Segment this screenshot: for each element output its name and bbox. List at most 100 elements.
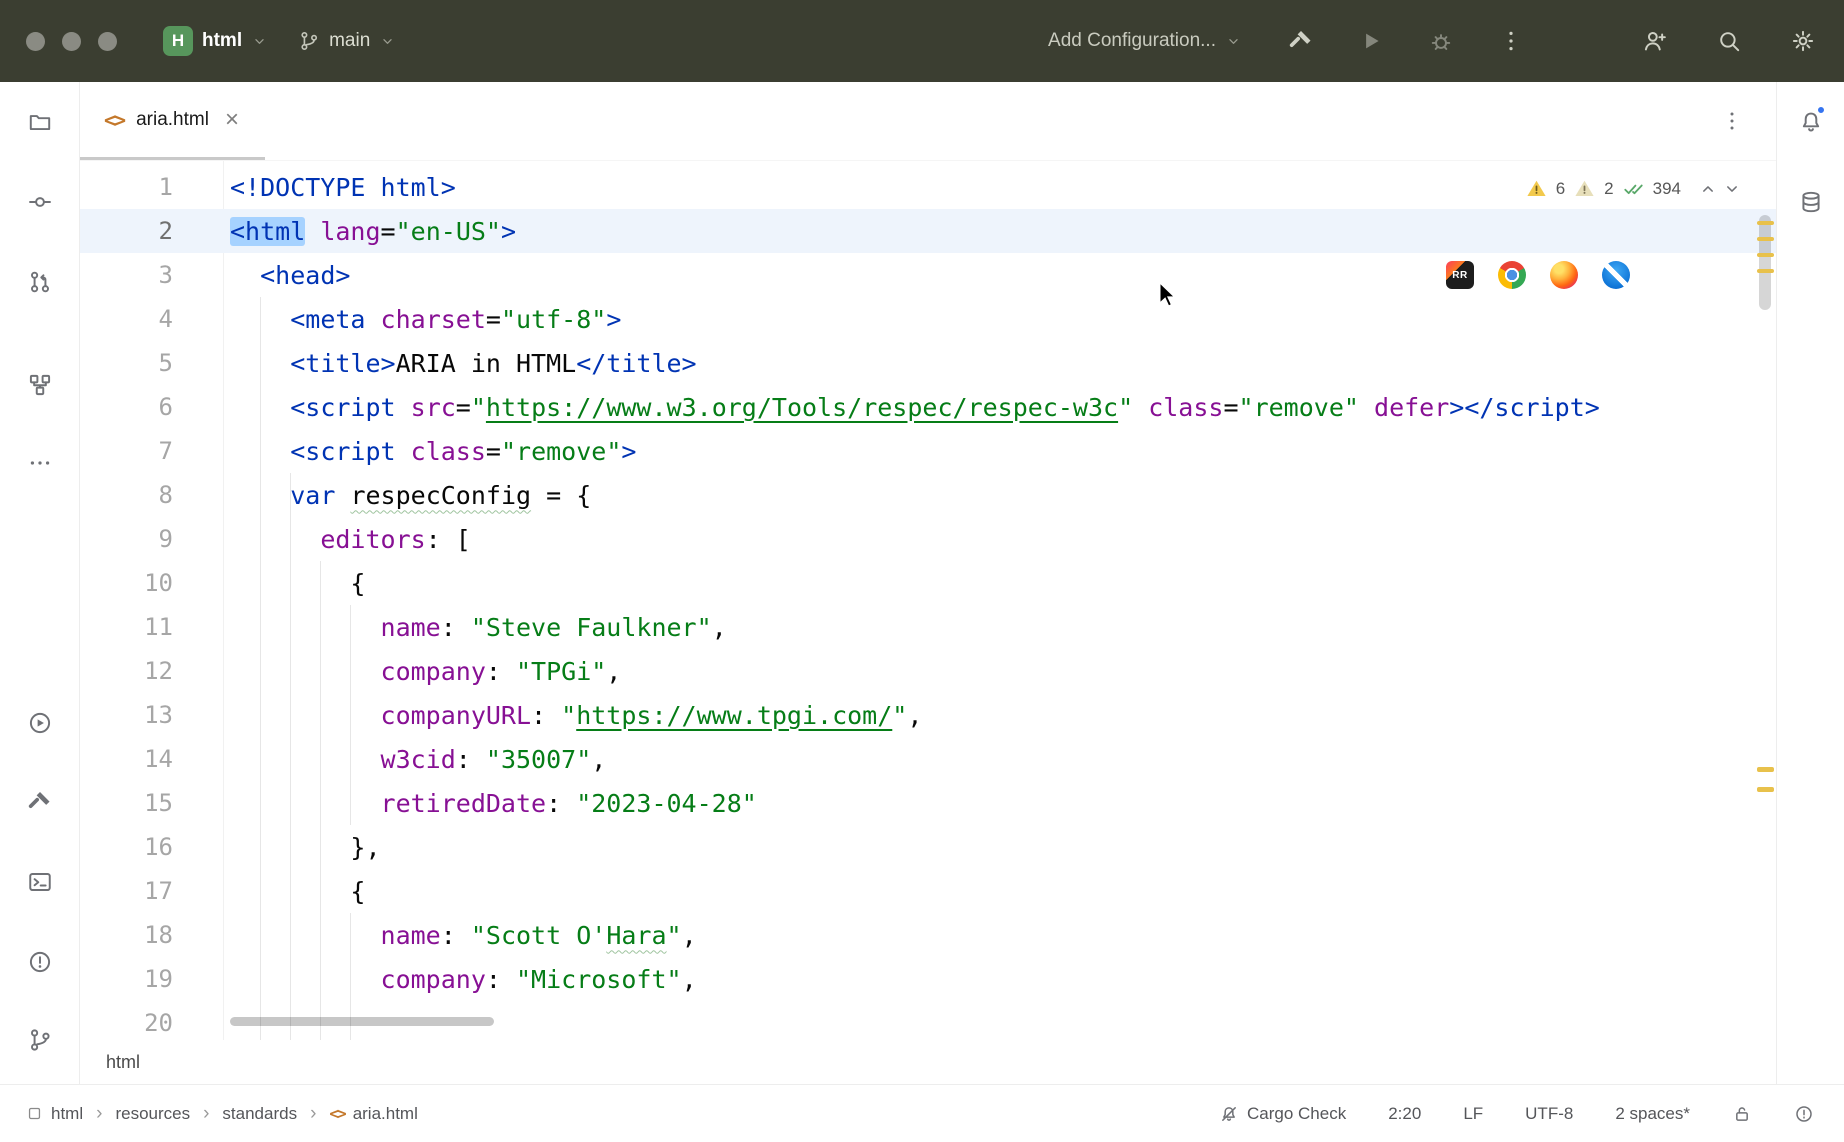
code-line[interactable]: 12 company: "TPGi", — [80, 649, 1776, 693]
close-tab-icon[interactable]: × — [225, 108, 239, 132]
code-line[interactable]: 6 <script src="https://www.w3.org/Tools/… — [80, 385, 1776, 429]
database-icon[interactable] — [1798, 189, 1824, 220]
more-kebab-icon[interactable] — [1498, 28, 1524, 54]
code-text: var respecConfig = { — [230, 481, 591, 510]
code-line[interactable]: 14 w3cid: "35007", — [80, 737, 1776, 781]
git-branch-icon — [298, 30, 320, 52]
code-line[interactable]: 19 company: "Microsoft", — [80, 957, 1776, 1001]
code-line[interactable]: 10 { — [80, 561, 1776, 605]
chevron-down-icon — [379, 33, 396, 50]
line-number: 20 — [80, 1009, 173, 1037]
settings-gear-icon[interactable] — [1790, 28, 1816, 54]
structure-icon[interactable] — [27, 372, 53, 403]
run-icon[interactable] — [27, 710, 53, 741]
line-number: 10 — [80, 569, 173, 597]
traffic-lights — [26, 32, 117, 51]
line-separator[interactable]: LF — [1463, 1104, 1483, 1124]
cargo-check[interactable]: Cargo Check — [1219, 1104, 1346, 1124]
vertical-scrollbar[interactable] — [1759, 215, 1771, 310]
warning-stripe-mark[interactable] — [1757, 767, 1774, 772]
search-icon[interactable] — [1716, 28, 1742, 54]
code-text: <!DOCTYPE html> — [230, 173, 456, 202]
file-encoding[interactable]: UTF-8 — [1525, 1104, 1573, 1124]
warning-stripe-mark[interactable] — [1757, 221, 1774, 225]
chrome-icon[interactable] — [1498, 261, 1526, 289]
commit-icon[interactable] — [27, 189, 53, 220]
code-line[interactable]: 9 editors: [ — [80, 517, 1776, 561]
build-icon[interactable] — [27, 789, 53, 820]
editor-tab-bar: <> aria.html × — [80, 82, 1776, 161]
debug-bug-icon[interactable] — [1428, 28, 1454, 54]
line-number: 14 — [80, 745, 173, 773]
ide-status[interactable] — [1794, 1104, 1814, 1124]
breadcrumb-html[interactable]: html — [26, 1104, 83, 1124]
line-number: 8 — [80, 481, 173, 509]
run-configuration-select[interactable]: Add Configuration... — [1048, 30, 1242, 52]
project-badge-icon: H — [163, 26, 193, 56]
build-hammer-icon[interactable] — [1288, 28, 1314, 54]
code-line[interactable]: 16 }, — [80, 825, 1776, 869]
code-line[interactable]: 18 name: "Scott O'Hara", — [80, 913, 1776, 957]
pull-requests-icon[interactable] — [27, 269, 53, 300]
previous-problem-icon[interactable] — [1698, 179, 1718, 199]
cursor-position[interactable]: 2:20 — [1388, 1104, 1421, 1124]
horizontal-scrollbar[interactable] — [230, 1017, 494, 1026]
warning-stripe-mark[interactable] — [1757, 253, 1774, 257]
chevron-down-icon — [251, 33, 268, 50]
warning-stripe-mark[interactable] — [1757, 269, 1774, 273]
chevron-down-icon — [1225, 33, 1242, 50]
code-line[interactable]: 17 { — [80, 869, 1776, 913]
tab-options-kebab-icon[interactable] — [1720, 109, 1776, 133]
code-text: <meta charset="utf-8"> — [230, 305, 621, 334]
warning-stripe-mark[interactable] — [1757, 237, 1774, 241]
code-line[interactable]: 7 <script class="remove"> — [80, 429, 1776, 473]
line-number: 1 — [80, 173, 173, 201]
tab-aria-html[interactable]: <> aria.html × — [80, 82, 265, 160]
breadcrumb-resources[interactable]: resources — [115, 1104, 190, 1124]
safari-icon[interactable] — [1602, 261, 1630, 289]
code-text: <script class="remove"> — [230, 437, 636, 466]
checks-passed-icon — [1623, 178, 1644, 199]
rustrover-preview-icon[interactable]: RR — [1446, 261, 1474, 289]
folder-icon[interactable] — [27, 109, 53, 140]
code-line[interactable]: 13 companyURL: "https://www.tpgi.com/", — [80, 693, 1776, 737]
warning-count: 6 — [1556, 179, 1565, 199]
line-number: 7 — [80, 437, 173, 465]
line-number: 18 — [80, 921, 173, 949]
indent-style[interactable]: 2 spaces* — [1615, 1104, 1690, 1124]
code-line[interactable]: 5 <title>ARIA in HTML</title> — [80, 341, 1776, 385]
branch-widget[interactable]: main — [288, 24, 406, 58]
project-name: html — [202, 30, 242, 52]
code-line[interactable]: 4 <meta charset="utf-8"> — [80, 297, 1776, 341]
inspections-widget[interactable]: 6 2 394 — [1518, 173, 1750, 204]
code-line[interactable]: 15 retiredDate: "2023-04-28" — [80, 781, 1776, 825]
weak-warning-icon — [1574, 178, 1595, 199]
firefox-icon[interactable] — [1550, 261, 1578, 289]
close-window-button[interactable] — [26, 32, 45, 51]
code-with-me-icon[interactable] — [1642, 28, 1668, 54]
project-widget[interactable]: H html — [153, 20, 278, 62]
terminal-icon[interactable] — [27, 869, 53, 900]
code-editor[interactable]: 1<!DOCTYPE html>2<html lang="en-US">3 <h… — [80, 161, 1776, 1040]
breadcrumb-standards[interactable]: standards — [222, 1104, 297, 1124]
code-line[interactable]: 8 var respecConfig = { — [80, 473, 1776, 517]
next-problem-icon[interactable] — [1722, 179, 1742, 199]
unlock-icon — [1732, 1104, 1752, 1124]
module-square-icon — [26, 1105, 43, 1122]
code-text: <script src="https://www.w3.org/Tools/re… — [230, 393, 1600, 422]
file-writable[interactable] — [1732, 1104, 1752, 1124]
editor-breadcrumb[interactable]: html — [106, 1052, 140, 1073]
line-number: 2 — [80, 217, 173, 245]
zoom-window-button[interactable] — [98, 32, 117, 51]
breadcrumb-aria-html[interactable]: <>aria.html — [329, 1104, 417, 1124]
code-line[interactable]: 11 name: "Steve Faulkner", — [80, 605, 1776, 649]
minimize-window-button[interactable] — [62, 32, 81, 51]
code-text: <title>ARIA in HTML</title> — [230, 349, 697, 378]
run-play-icon[interactable] — [1358, 28, 1384, 54]
more-icon[interactable] — [27, 450, 53, 481]
code-text: editors: [ — [230, 525, 471, 554]
warning-stripe-mark[interactable] — [1757, 787, 1774, 792]
code-line[interactable]: 2<html lang="en-US"> — [80, 209, 1776, 253]
version-control-icon[interactable] — [27, 1027, 53, 1058]
problems-icon[interactable] — [27, 949, 53, 980]
